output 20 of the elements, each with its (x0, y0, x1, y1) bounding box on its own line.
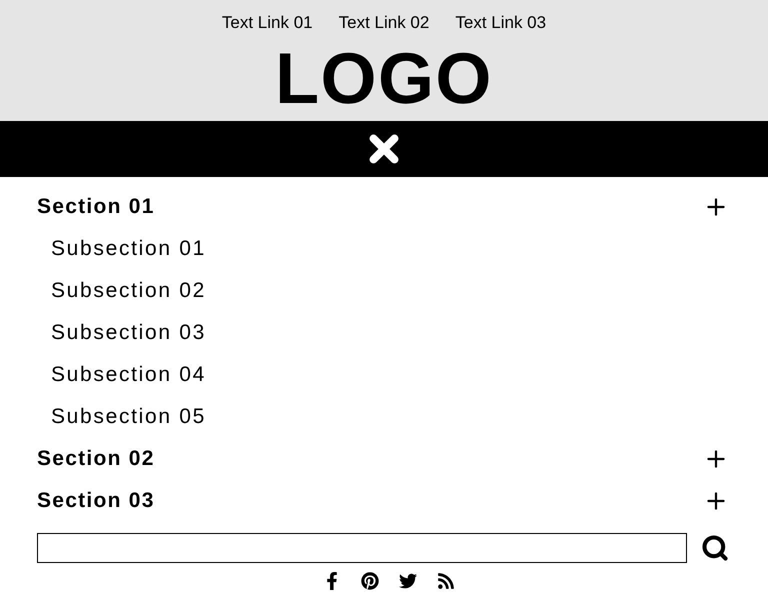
header-link[interactable]: Text Link 02 (338, 11, 430, 35)
logo[interactable]: LOGO (275, 43, 493, 115)
section-row[interactable]: Section 03 (37, 480, 731, 522)
header-link[interactable]: Text Link 01 (222, 11, 313, 35)
rss-icon[interactable] (436, 572, 454, 590)
section-label: Section 01 (37, 194, 155, 220)
subsection-link[interactable]: Subsection 02 (37, 270, 731, 312)
search-icon[interactable] (701, 534, 729, 562)
subsection-link[interactable]: Subsection 03 (37, 312, 731, 354)
section-row[interactable]: Section 02 (37, 438, 731, 480)
subsection-link[interactable]: Subsection 05 (37, 396, 731, 438)
section-row[interactable]: Section 01 (37, 186, 731, 228)
subsection-link[interactable]: Subsection 01 (37, 228, 731, 270)
subsection-link[interactable]: Subsection 04 (37, 354, 731, 396)
header-link[interactable]: Text Link 03 (455, 11, 546, 35)
section-label: Section 03 (37, 488, 155, 514)
search-field[interactable] (37, 533, 687, 563)
section-label: Section 02 (37, 446, 155, 472)
twitter-icon[interactable] (398, 572, 416, 590)
pinterest-icon[interactable] (360, 572, 378, 590)
